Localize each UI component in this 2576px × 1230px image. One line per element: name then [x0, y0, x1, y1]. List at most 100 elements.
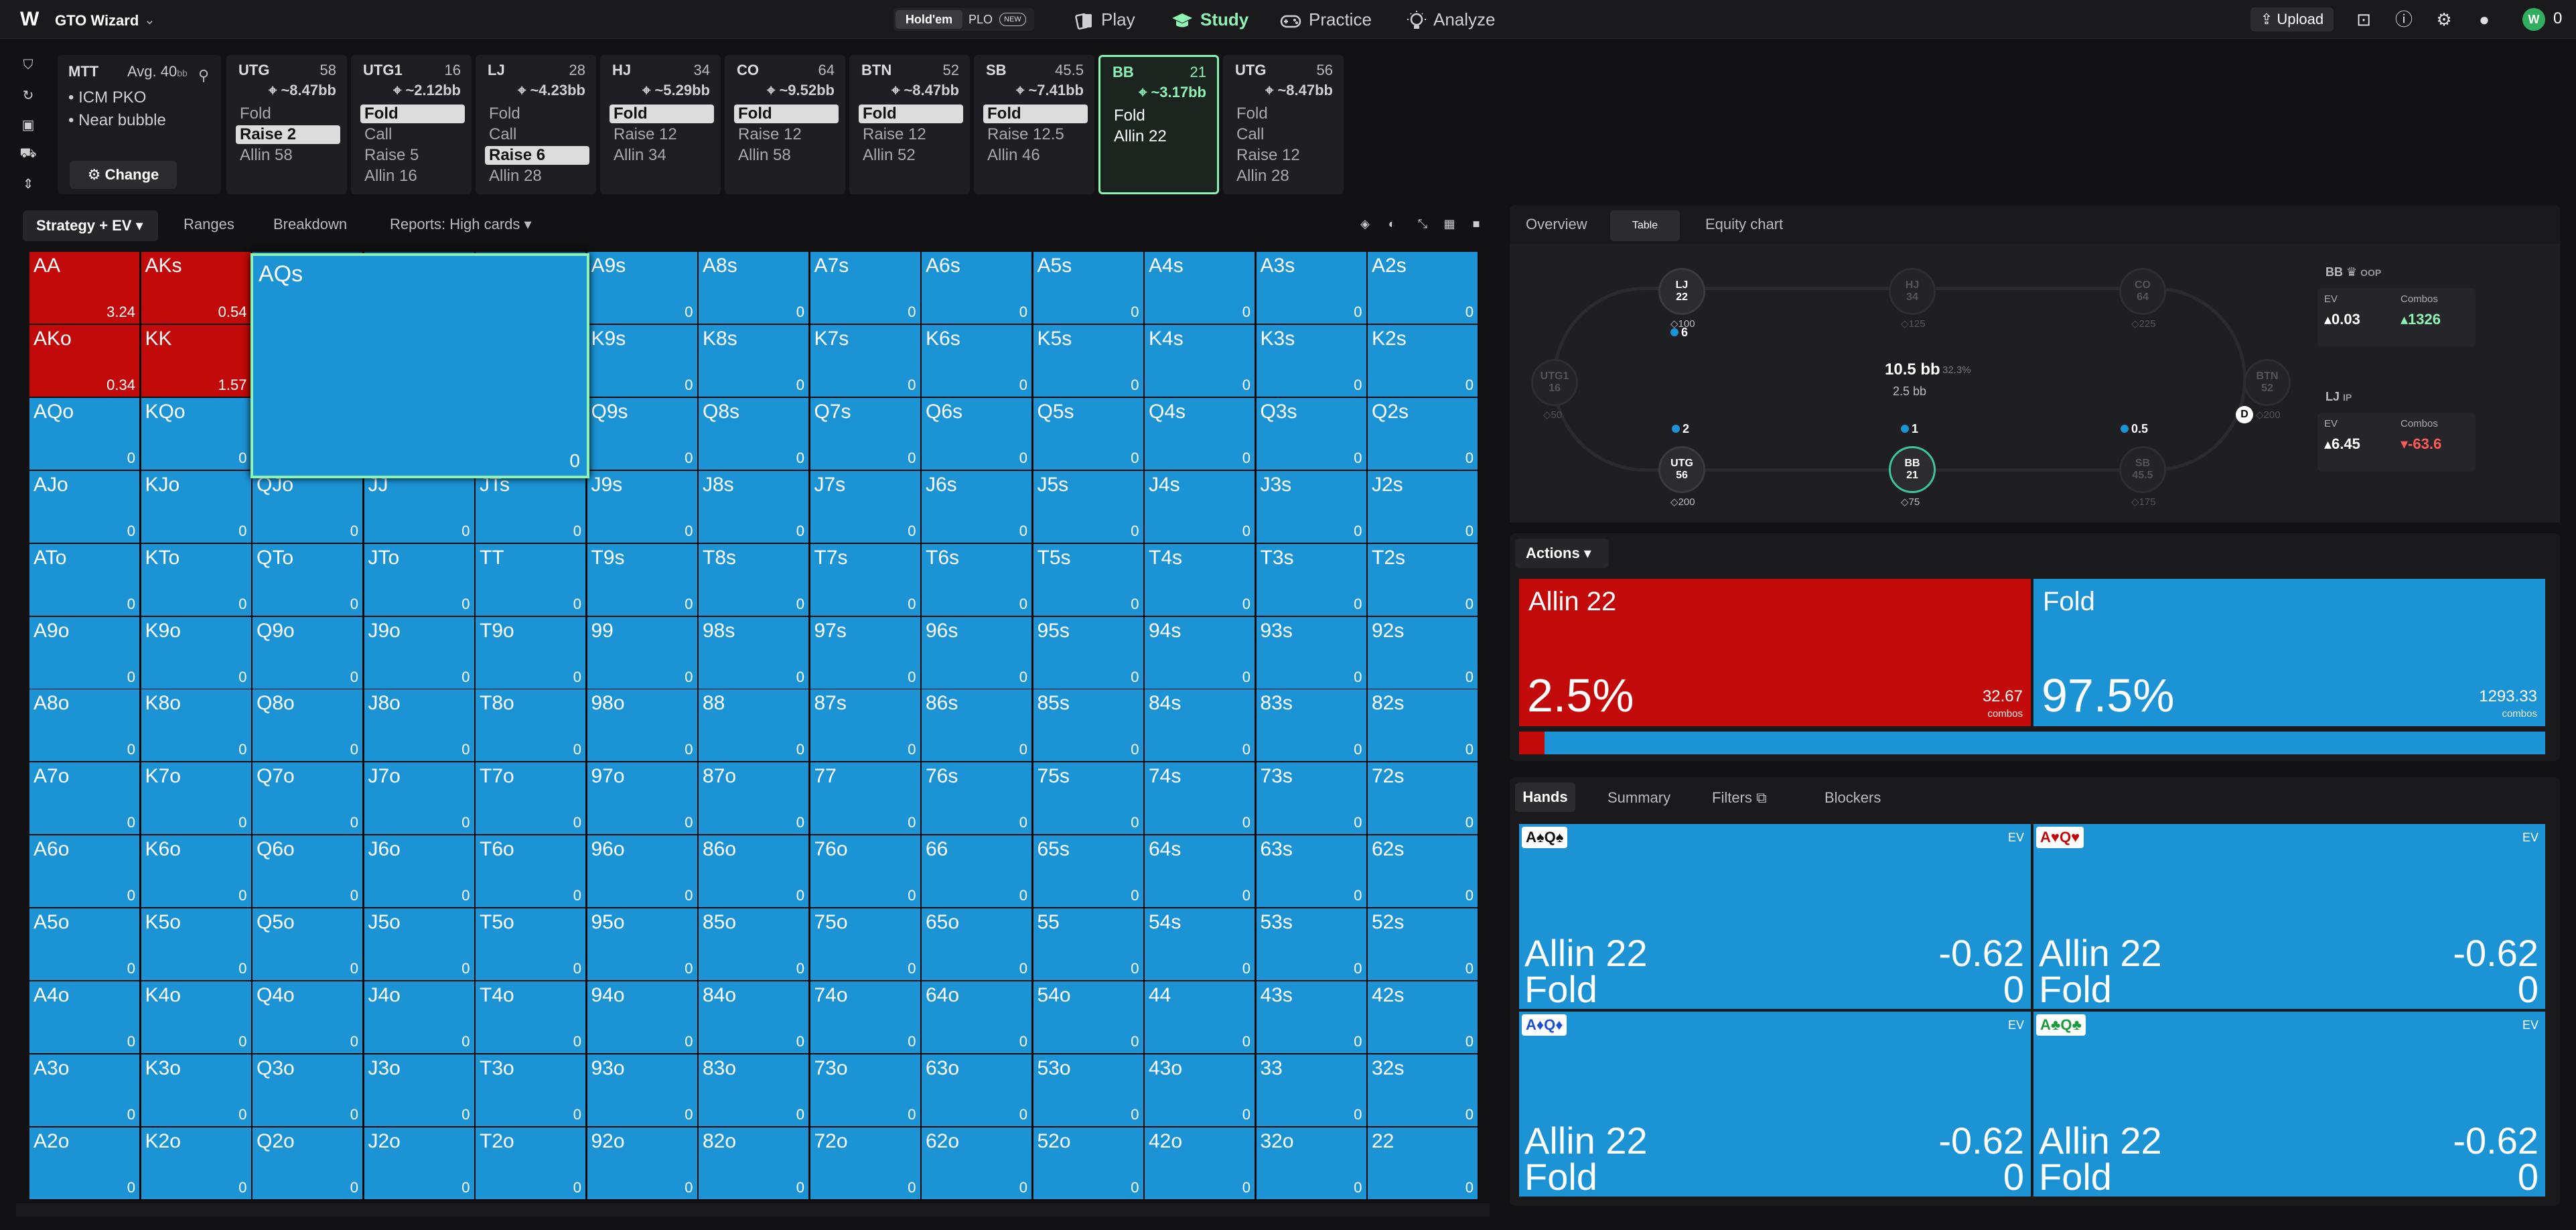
- position-lj[interactable]: LJ 28 ⌖ ~4.23bb Fold Call Raise 6 Allin 28: [476, 55, 596, 194]
- hand-cell-j7o[interactable]: J7o 0: [364, 762, 474, 835]
- hand-combo-card[interactable]: A♥Q♥ EV Allin 22 -0.62 Fold 0: [2033, 824, 2545, 1010]
- hand-cell-63s[interactable]: 63s 0: [1256, 835, 1366, 908]
- action-allin[interactable]: Allin 22 2.5% 32.67 combos: [1519, 579, 2031, 726]
- hand-cell-jj[interactable]: JJ 0: [364, 470, 474, 543]
- position-utg[interactable]: UTG 56 ⌖ ~8.47bb Fold Call Raise 12 Allin 28: [1223, 55, 1344, 194]
- hand-cell-k9o[interactable]: K9o 0: [141, 616, 251, 689]
- hand-cell-96s[interactable]: 96s 0: [922, 616, 1031, 689]
- hand-cell-82s[interactable]: 82s 0: [1368, 689, 1478, 762]
- position-action[interactable]: Fold: [983, 105, 1088, 123]
- position-action[interactable]: Allin 34: [610, 146, 714, 165]
- tab-breakdown[interactable]: Breakdown: [273, 216, 347, 233]
- position-action[interactable]: Fold: [236, 105, 340, 123]
- hand-cell-q7s[interactable]: Q7s 0: [810, 397, 920, 470]
- hand-cell-97s[interactable]: 97s 0: [810, 616, 920, 689]
- nav-practice[interactable]: Practice: [1279, 7, 1372, 32]
- gear-icon[interactable]: ⚙: [2433, 8, 2455, 31]
- position-action[interactable]: Call: [360, 125, 465, 144]
- hand-cell-t6o[interactable]: T6o 0: [476, 835, 585, 908]
- hand-cell-k5s[interactable]: K5s 0: [1033, 324, 1143, 397]
- seat-btn[interactable]: BTN 52: [2244, 359, 2291, 406]
- hand-cell-73o[interactable]: 73o 0: [810, 1054, 920, 1126]
- hand-cell-92o[interactable]: 92o 0: [587, 1127, 697, 1199]
- position-action[interactable]: Allin 28: [485, 167, 589, 186]
- hand-cell-92s[interactable]: 92s 0: [1368, 616, 1478, 689]
- hand-cell-t4o[interactable]: T4o 0: [476, 981, 585, 1053]
- hand-cell-54s[interactable]: 54s 0: [1145, 908, 1255, 981]
- hand-cell-q9s[interactable]: Q9s 0: [587, 397, 697, 470]
- hand-cell-87s[interactable]: 87s 0: [810, 689, 920, 762]
- hand-cell-q2o[interactable]: Q2o 0: [253, 1127, 362, 1199]
- hand-cell-t7o[interactable]: T7o 0: [476, 762, 585, 835]
- hand-cell-t2s[interactable]: T2s 0: [1368, 543, 1478, 616]
- hand-cell-jts[interactable]: JTs 0: [476, 470, 585, 543]
- compress-icon[interactable]: ⤡: [1413, 212, 1432, 236]
- hand-cell-55[interactable]: 55 0: [1033, 908, 1143, 981]
- hand-cell-a9s[interactable]: A9s 0: [587, 252, 697, 324]
- hand-cell-65o[interactable]: 65o 0: [922, 908, 1031, 981]
- hand-cell-kto[interactable]: KTo 0: [141, 543, 251, 616]
- tab-strategy-ev[interactable]: Strategy + EV ▾: [23, 210, 158, 241]
- hand-cell-75o[interactable]: 75o 0: [810, 908, 920, 981]
- user-icon[interactable]: ●: [2473, 8, 2496, 31]
- hand-cell-q3s[interactable]: Q3s 0: [1256, 397, 1366, 470]
- save-icon[interactable]: ▣: [19, 117, 38, 138]
- tab-filters[interactable]: Filters ⧉: [1712, 789, 1767, 807]
- position-action[interactable]: Allin 28: [1232, 167, 1337, 186]
- coins-icon[interactable]: W: [2522, 8, 2545, 31]
- hand-cell-t6s[interactable]: T6s 0: [922, 543, 1031, 616]
- hand-cell-44[interactable]: 44 0: [1145, 981, 1255, 1053]
- hand-cell-74o[interactable]: 74o 0: [810, 981, 920, 1053]
- hand-cell-t8s[interactable]: T8s 0: [699, 543, 808, 616]
- hand-cell-52s[interactable]: 52s 0: [1368, 908, 1478, 981]
- hand-cell-kjo[interactable]: KJo 0: [141, 470, 251, 543]
- position-action[interactable]: Raise 12: [610, 125, 714, 144]
- hand-cell-98s[interactable]: 98s 0: [699, 616, 808, 689]
- hand-cell-k8o[interactable]: K8o 0: [141, 689, 251, 762]
- app-title[interactable]: GTO Wizard: [55, 12, 139, 29]
- position-action[interactable]: Fold: [859, 105, 963, 123]
- hand-cell-k7s[interactable]: K7s 0: [810, 324, 920, 397]
- position-action[interactable]: Fold: [1232, 105, 1337, 123]
- position-action[interactable]: Allin 58: [734, 146, 839, 165]
- hand-cell-a4s[interactable]: A4s 0: [1145, 252, 1255, 324]
- tab-equity-chart[interactable]: Equity chart: [1705, 216, 1783, 233]
- help-icon[interactable]: ⓘ: [2392, 8, 2415, 31]
- hand-cell-64o[interactable]: 64o 0: [922, 981, 1031, 1053]
- hand-cell-96o[interactable]: 96o 0: [587, 835, 697, 908]
- gametype-plo[interactable]: PLO: [969, 10, 993, 29]
- hand-cell-75s[interactable]: 75s 0: [1033, 762, 1143, 835]
- tab-overview[interactable]: Overview: [1526, 216, 1587, 233]
- hand-cell-q6s[interactable]: Q6s 0: [922, 397, 1031, 470]
- hand-cell-k3o[interactable]: K3o 0: [141, 1054, 251, 1126]
- hand-cell-a5o[interactable]: A5o 0: [29, 908, 139, 981]
- seat-bb[interactable]: BB 21: [1889, 446, 1936, 493]
- logo-icon[interactable]: W: [20, 9, 43, 29]
- hand-cell-k6s[interactable]: K6s 0: [922, 324, 1031, 397]
- upload-button[interactable]: ⇪ Upload: [2250, 7, 2334, 31]
- hand-cell-83s[interactable]: 83s 0: [1256, 689, 1366, 762]
- hand-cell-q9o[interactable]: Q9o 0: [253, 616, 362, 689]
- hand-cell-a8s[interactable]: A8s 0: [699, 252, 808, 324]
- hand-cell-j8o[interactable]: J8o 0: [364, 689, 474, 762]
- hand-cell-76s[interactable]: 76s 0: [922, 762, 1031, 835]
- bookmark-icon[interactable]: ⛉: [19, 58, 38, 79]
- car-icon[interactable]: ⛟: [19, 146, 38, 167]
- hand-cell-ato[interactable]: ATo 0: [29, 543, 139, 616]
- position-action[interactable]: Allin 16: [360, 167, 465, 186]
- seat-utg[interactable]: UTG 56: [1658, 446, 1705, 493]
- hand-cell-aks[interactable]: AKs 0.54: [141, 252, 251, 324]
- hand-cell-jto[interactable]: JTo 0: [364, 543, 474, 616]
- hand-cell-j5s[interactable]: J5s 0: [1033, 470, 1143, 543]
- hand-cell-k4s[interactable]: K4s 0: [1145, 324, 1255, 397]
- hand-cell-a9o[interactable]: A9o 0: [29, 616, 139, 689]
- expand-icon[interactable]: ⇕: [19, 176, 38, 197]
- hand-cell-k4o[interactable]: K4o 0: [141, 981, 251, 1053]
- hand-cell-qjo[interactable]: QJo 0: [253, 470, 362, 543]
- hand-cell-j6o[interactable]: J6o 0: [364, 835, 474, 908]
- hand-cell-53s[interactable]: 53s 0: [1256, 908, 1366, 981]
- hand-cell-j7s[interactable]: J7s 0: [810, 470, 920, 543]
- hand-cell-33[interactable]: 33 0: [1256, 1054, 1366, 1126]
- hand-cell-j9o[interactable]: J9o 0: [364, 616, 474, 689]
- hand-cell-62o[interactable]: 62o 0: [922, 1127, 1031, 1199]
